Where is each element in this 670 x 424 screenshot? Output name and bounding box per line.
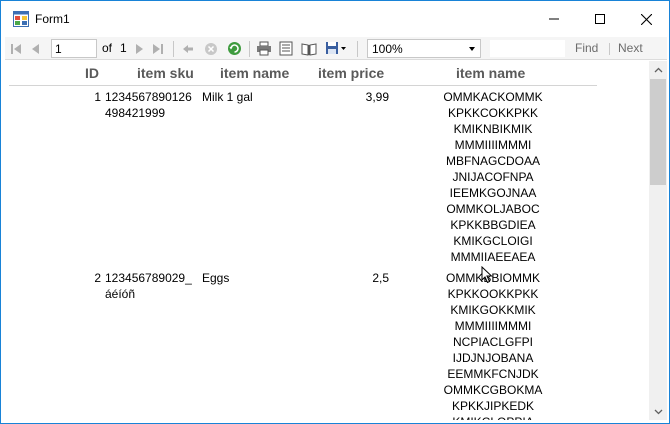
current-page-input[interactable]: [51, 39, 97, 58]
refresh-icon: [227, 42, 241, 55]
toolbar-separator: [609, 43, 610, 55]
first-page-button[interactable]: [9, 40, 23, 57]
form1-window: Form1 of 1: [0, 0, 670, 424]
zoom-value: 100%: [372, 42, 403, 56]
column-header-item-sku: item sku: [137, 65, 194, 81]
code-line: MBFNAGCDOAA: [445, 154, 540, 168]
toolbar-separator: [357, 41, 358, 57]
back-arrow-icon: [183, 44, 193, 53]
scroll-down-button[interactable]: [649, 403, 667, 420]
close-button[interactable]: [623, 1, 669, 37]
code-line: KPKKJIPKEDK: [451, 399, 535, 413]
code-line: EEMMKFCNJDK: [447, 367, 539, 381]
row-id: 1: [94, 90, 101, 104]
next-page-button[interactable]: [132, 40, 146, 57]
page-setup-button[interactable]: [300, 40, 318, 57]
next-page-icon: [136, 43, 143, 54]
toolbar-separator: [249, 41, 250, 57]
print-button[interactable]: [255, 40, 273, 57]
form-app-icon: [13, 11, 29, 27]
report-viewer-area: ID item sku item name item price item na…: [5, 61, 649, 420]
code-line: OMMKBBIOMMK: [445, 271, 540, 285]
code-line: KPKKBBGDIEA: [450, 218, 536, 232]
print-layout-icon: [279, 41, 293, 56]
code-line: NCPIACLGFPI: [452, 335, 533, 349]
stop-icon: [205, 42, 217, 55]
title-bar[interactable]: Form1: [1, 1, 669, 37]
last-page-button[interactable]: [151, 40, 165, 57]
print-layout-button[interactable]: [277, 40, 295, 57]
code-line: KPKKCOKKPKK: [447, 106, 539, 120]
zoom-select[interactable]: 100%: [367, 39, 481, 58]
row-item-price: 3,99: [365, 90, 389, 104]
export-button[interactable]: [324, 40, 348, 57]
window-title: Form1: [35, 12, 70, 26]
code-line: KMIKNBIKMIK: [453, 122, 533, 136]
row-item-price: 2,5: [372, 271, 389, 285]
code-line: JNIJACOFNPA: [452, 170, 534, 184]
previous-page-icon: [32, 43, 39, 54]
row-sku-line2: 498421999: [105, 106, 166, 120]
chevron-down-icon: [341, 47, 346, 50]
code-line: KMIKGOKKMIK: [450, 303, 536, 317]
row-code-lines: OMMKBBIOMMK KPKKOOKKPKK KMIKGOKKMIK MMMIIII…: [425, 270, 561, 420]
row-sku-line2: áéíóñ: [105, 287, 136, 301]
column-header-item-name: item name: [220, 65, 290, 81]
row-item-name: Milk 1 gal: [202, 90, 253, 104]
row-sku-line1: 123456789029_: [105, 271, 192, 285]
find-text-input[interactable]: [489, 39, 566, 58]
code-line: OMMKCGBOKMA: [443, 383, 543, 397]
code-line: KPKKOOKKPKK: [447, 287, 539, 301]
code-line: OMMKACKOMMK: [443, 90, 543, 104]
code-line: KMIKCLOPPIA: [425, 414, 561, 420]
maximize-button[interactable]: [577, 1, 623, 37]
refresh-button[interactable]: [226, 40, 242, 57]
minimize-button[interactable]: [531, 1, 577, 37]
stop-button[interactable]: [203, 40, 219, 57]
header-divider: [9, 85, 597, 86]
column-header-id: ID: [85, 65, 99, 81]
column-header-item-name-code: item name: [456, 65, 526, 81]
vertical-scrollbar[interactable]: [649, 61, 667, 420]
first-page-icon: [11, 43, 21, 54]
total-pages-label: 1: [120, 41, 127, 55]
code-line: MMMIIIIMMMI: [454, 138, 532, 152]
last-page-icon: [153, 43, 163, 54]
find-link[interactable]: Find: [575, 41, 598, 55]
code-line: MMMIIIIMMMI: [454, 319, 532, 333]
column-header-item-price: item price: [318, 65, 385, 81]
code-line: IEEMKGOJNAA: [449, 186, 537, 200]
close-icon: [640, 13, 652, 25]
row-item-name: Eggs: [202, 271, 230, 285]
find-next-link[interactable]: Next: [618, 41, 643, 55]
code-line: KMIKGCLOIGI: [453, 234, 533, 248]
report-toolbar: of 1 100%: [5, 37, 667, 60]
maximize-icon: [595, 14, 605, 24]
chevron-down-icon: [469, 47, 475, 51]
save-disk-icon: [326, 42, 346, 54]
code-line: OMMKOLJABOC: [446, 202, 540, 216]
page-setup-icon: [301, 42, 317, 56]
row-code-lines: OMMKACKOMMK KPKKCOKKPKK KMIKNBIKMIK MMMIIII…: [425, 89, 561, 265]
printer-icon: [257, 41, 271, 56]
code-line: IJDJNJOBANA: [452, 351, 534, 365]
back-button[interactable]: [181, 40, 195, 57]
scroll-up-button[interactable]: [649, 61, 667, 78]
row-sku-line1: 1234567890126: [105, 90, 192, 104]
toolbar-separator: [173, 41, 174, 57]
row-id: 2: [94, 271, 101, 285]
mouse-cursor-icon: [481, 265, 493, 287]
chevron-up-icon: [654, 67, 662, 72]
code-line: MMMIIAEEAEA: [450, 250, 536, 264]
of-label: of: [102, 41, 113, 55]
minimize-icon: [549, 18, 559, 20]
previous-page-button[interactable]: [29, 40, 43, 57]
chevron-down-icon: [654, 409, 662, 414]
scroll-thumb[interactable]: [650, 79, 666, 185]
